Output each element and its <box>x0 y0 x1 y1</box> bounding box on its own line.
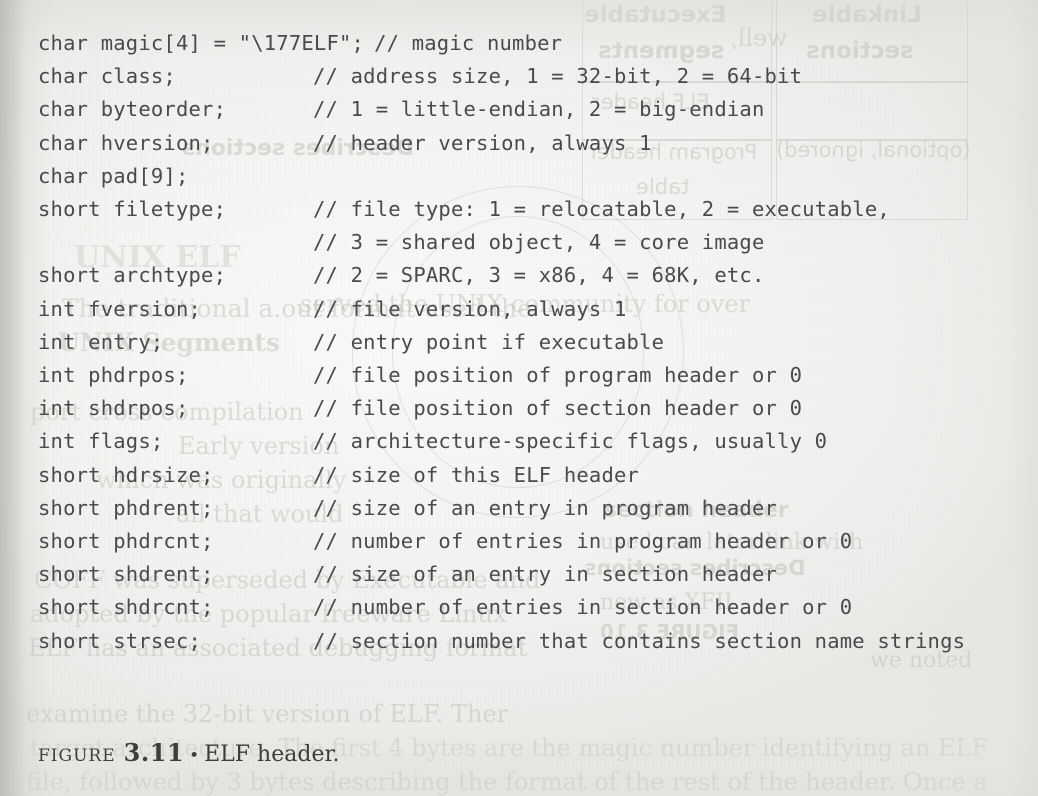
code-line: short hdrsize; // size of this ELF header <box>38 459 1038 492</box>
code-comment: // file version, always 1 <box>313 296 627 321</box>
code-comment: // 2 = SPARC, 3 = x86, 4 = 68K, etc. <box>313 263 765 288</box>
code-line: char pad[9]; <box>38 160 1038 193</box>
code-comment: // address size, 1 = 32-bit, 2 = 64-bit <box>313 64 803 89</box>
code-declaration: char byteorder; <box>38 97 227 122</box>
code-comment: // architecture-specific flags, usually … <box>313 429 828 454</box>
code-line: int shdrpos; // file position of section … <box>38 392 1038 425</box>
code-comment: // 1 = little-endian, 2 = big-endian <box>313 97 765 122</box>
code-line: char hversion; // header version, always … <box>38 127 1038 160</box>
code-line: short filetype; // file type: 1 = relocat… <box>38 193 1038 226</box>
code-comment: // number of entries in section header o… <box>313 595 853 620</box>
code-declaration: short shdrcnt; <box>38 595 214 620</box>
code-line: // 3 = shared object, 4 = core image <box>38 226 1038 259</box>
code-declaration: char hversion; <box>38 130 214 155</box>
code-declaration: short phdrcnt; <box>38 529 214 553</box>
code-declaration: int fversion; <box>38 296 202 321</box>
code-declaration: int shdrpos; <box>38 396 189 421</box>
code-declaration: short strsec; <box>38 628 202 653</box>
figure-separator-dot: • <box>189 746 200 766</box>
code-comment: // number of entries in program header o… <box>313 529 853 553</box>
code-line: int flags; // architecture-specific flags… <box>38 425 1038 458</box>
code-declaration: char magic[4] = "\177ELF"; <box>38 31 365 55</box>
code-comment: // size of an entry in section header <box>313 562 778 587</box>
code-declaration: short archtype; <box>38 263 227 288</box>
code-declaration: char pad[9]; <box>38 163 189 188</box>
scanned-book-page: Executable segments Linkable sections we… <box>0 0 1038 796</box>
code-line: short shdrcnt; // number of entries in se… <box>38 591 1038 624</box>
code-comment: // entry point if executable <box>313 329 665 354</box>
code-comment: // file type: 1 = relocatable, 2 = execu… <box>313 197 890 221</box>
figure-caption: FIGURE 3.11 • ELF header. <box>38 738 340 767</box>
code-declaration: short filetype; <box>38 197 227 221</box>
code-line: int phdrpos; // file position of program … <box>38 359 1038 392</box>
code-comment: // section number that contains section … <box>313 628 966 653</box>
code-declaration: int entry; <box>38 329 164 354</box>
code-line: char magic[4] = "\177ELF"; // magic numbe… <box>38 27 1038 60</box>
code-line: char class; // address size, 1 = 32-bit, … <box>38 60 1038 93</box>
code-comment: // file position of section header or 0 <box>313 396 803 421</box>
code-comment: // magic number <box>374 31 563 55</box>
code-declaration: char class; <box>38 64 176 89</box>
code-comment: // size of an entry in program header <box>313 495 778 520</box>
code-line: short phdrent; // size of an entry in pro… <box>38 492 1038 525</box>
code-declaration: int flags; <box>38 429 164 454</box>
code-line: int entry; // entry point if executable <box>38 326 1038 359</box>
code-comment: // 3 = shared object, 4 = core image <box>313 230 765 255</box>
figure-title: ELF header. <box>204 742 340 767</box>
code-comment: // header version, always 1 <box>313 130 652 155</box>
code-comment: // size of this ELF header <box>313 462 640 487</box>
code-line: short archtype; // 2 = SPARC, 3 = x86, 4 … <box>38 259 1038 292</box>
figure-number: 3.11 <box>123 738 185 767</box>
figure-label-word: FIGURE <box>38 746 116 766</box>
code-comment: // file position of program header or 0 <box>313 363 803 387</box>
code-declaration: int phdrpos; <box>38 363 189 387</box>
code-line: short phdrcnt; // number of entries in pr… <box>38 525 1038 558</box>
code-declaration: short hdrsize; <box>38 462 214 487</box>
code-line: char byteorder; // 1 = little-endian, 2 =… <box>38 93 1038 126</box>
code-line: short shdrent; // size of an entry in sec… <box>38 558 1038 591</box>
code-declaration: short phdrent; <box>38 495 214 520</box>
code-declaration: short shdrent; <box>38 562 214 587</box>
code-line: short strsec; // section number that cont… <box>38 625 1038 658</box>
code-line: int fversion; // file version, always 1 <box>38 293 1038 326</box>
